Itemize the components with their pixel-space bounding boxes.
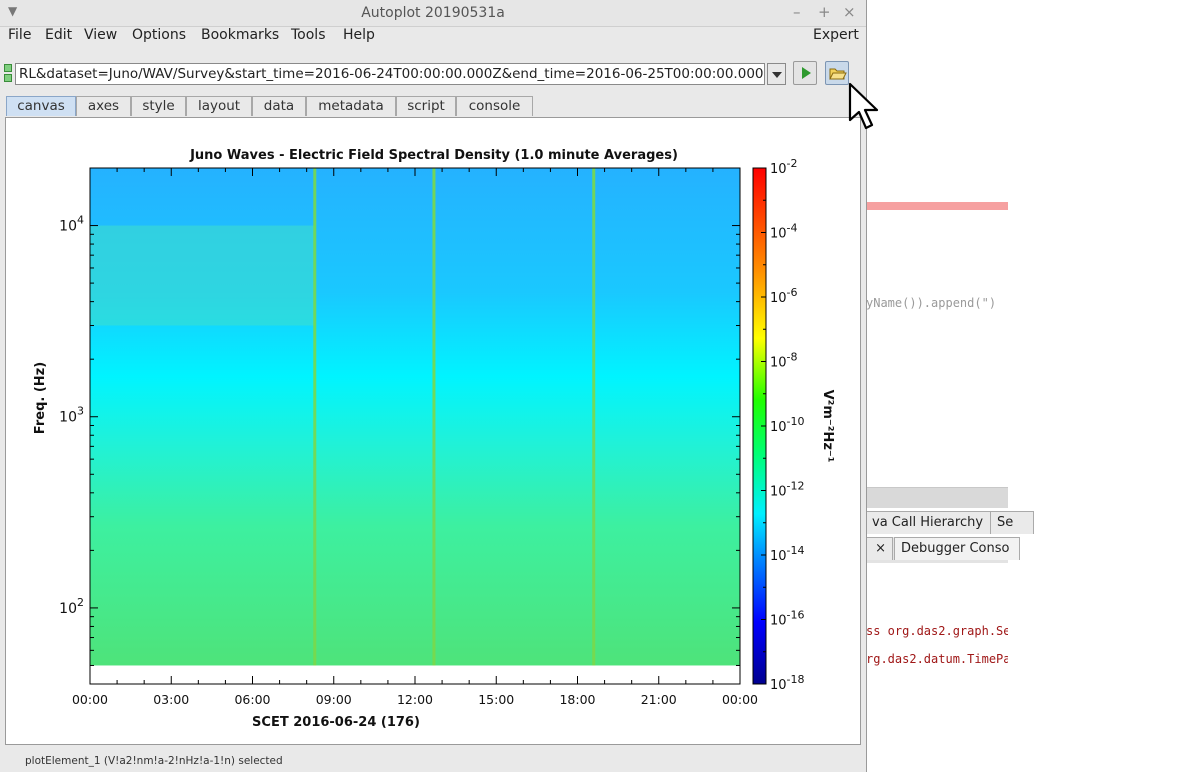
tab-script[interactable]: script <box>396 96 456 116</box>
menu-bookmarks[interactable]: Bookmarks <box>201 27 279 43</box>
minimize-icon[interactable]: – <box>793 3 801 21</box>
broadband-spike <box>592 168 596 666</box>
colorbar-label: V²m⁻²Hz⁻¹ <box>820 390 835 463</box>
colorbar-tick-label: 10-10 <box>770 415 805 435</box>
x-axis-label: SCET 2016-06-24 (176) <box>252 715 420 730</box>
y-axis-label: Freq. (Hz) <box>33 362 48 434</box>
menu-view[interactable]: View <box>84 27 117 43</box>
colorbar-tick-label: 10-14 <box>770 544 805 564</box>
url-input[interactable]: RL&dataset=Juno/WAV/Survey&start_time=20… <box>15 63 765 85</box>
stacktrace-line: rg.das2.datum.TimePa <box>866 652 1008 666</box>
menu-expert[interactable]: Expert <box>813 27 859 43</box>
colorbar-tick-label: 10-2 <box>770 157 798 177</box>
x-tick-label: 03:00 <box>153 692 189 707</box>
colorbar-tick-label: 10-18 <box>770 673 805 693</box>
x-tick-label: 00:00 <box>72 692 108 707</box>
open-folder-icon[interactable] <box>825 61 849 85</box>
y-tick-label: 102 <box>59 596 84 617</box>
tab-call-hierarchy[interactable]: va Call Hierarchy <box>866 511 991 534</box>
menu-bar: File Edit View Options Bookmarks Tools H… <box>0 26 866 46</box>
spectrogram-heatmap <box>89 167 741 685</box>
y-tick-label: 103 <box>59 405 84 426</box>
colorbar-tick-label: 10-8 <box>770 351 798 371</box>
tab-data[interactable]: data <box>252 96 306 116</box>
broadband-spike <box>432 168 436 666</box>
x-tick-label: 06:00 <box>234 692 270 707</box>
url-history-dropdown[interactable] <box>767 63 786 85</box>
x-tick-label: 09:00 <box>316 692 352 707</box>
spectrogram-chart[interactable]: Juno Waves - Electric Field Spectral Den… <box>6 118 860 744</box>
x-tick-label: 12:00 <box>397 692 433 707</box>
colorbar-tick-label: 10-4 <box>770 222 798 242</box>
tab-axes[interactable]: axes <box>76 96 131 116</box>
colorbar-tick-label: 10-12 <box>770 480 805 500</box>
maximize-icon[interactable]: + <box>818 3 831 21</box>
colorbar-tick-label: 10-6 <box>770 286 798 306</box>
background-ide-window: yName()).append(") va Call Hierarchy Se … <box>866 0 1034 772</box>
tab-search[interactable]: Se <box>990 511 1034 534</box>
x-tick-label: 18:00 <box>559 692 595 707</box>
tab-metadata[interactable]: metadata <box>306 96 396 116</box>
chart-title: Juno Waves - Electric Field Spectral Den… <box>189 148 678 163</box>
broadband-spike <box>313 168 317 666</box>
close-tab-button[interactable]: × <box>866 537 893 560</box>
address-bar: RL&dataset=Juno/WAV/Survey&start_time=20… <box>0 58 866 90</box>
panel-divider <box>866 487 1008 508</box>
x-tick-label: 21:00 <box>641 692 677 707</box>
close-icon[interactable]: × <box>843 3 856 21</box>
emission-band <box>90 225 315 326</box>
title-bar: ▼ Autoplot 20190531a – + × <box>0 0 866 27</box>
menu-file[interactable]: File <box>8 27 31 43</box>
play-icon[interactable] <box>793 61 817 85</box>
error-highlight-bar <box>866 202 1008 210</box>
tab-style[interactable]: style <box>131 96 186 116</box>
colorbar: 10-2 10-4 10-6 10-8 10-10 10-12 10-14 10-16 10-1… <box>752 157 805 693</box>
plot-canvas[interactable]: Juno Waves - Electric Field Spectral Den… <box>5 117 861 745</box>
status-bar: plotElement_1 (V!a2!nm!a-2!nHz!a-1!n) se… <box>0 752 866 772</box>
y-tick-label: 104 <box>59 214 84 235</box>
tab-layout[interactable]: layout <box>186 96 252 116</box>
status-text: plotElement_1 (V!a2!nm!a-2!nHz!a-1!n) se… <box>25 755 283 767</box>
menu-tools[interactable]: Tools <box>291 27 326 43</box>
x-tick-label: 15:00 <box>478 692 514 707</box>
autoplot-window: ▼ Autoplot 20190531a – + × File Edit Vie… <box>0 0 879 772</box>
stacktrace-line: ss org.das2.graph.Se <box>866 624 1008 638</box>
menu-options[interactable]: Options <box>132 27 186 43</box>
menu-help[interactable]: Help <box>343 27 375 43</box>
code-line: yName()).append(") <box>866 296 997 310</box>
menu-edit[interactable]: Edit <box>45 27 72 43</box>
tab-debugger-console[interactable]: Debugger Conso <box>894 537 1020 560</box>
colorbar-tick-label: 10-16 <box>770 609 805 629</box>
tab-canvas[interactable]: canvas <box>6 96 76 116</box>
data-source-icon <box>4 64 12 82</box>
x-tick-label: 00:00 <box>722 692 758 707</box>
ide-tab-row-2: × Debugger Conso <box>866 537 1020 563</box>
tab-console[interactable]: console <box>456 96 533 116</box>
window-title: Autoplot 20190531a <box>361 5 505 21</box>
ide-tab-row: va Call Hierarchy Se <box>866 511 1034 535</box>
mouse-cursor-icon <box>848 82 879 130</box>
